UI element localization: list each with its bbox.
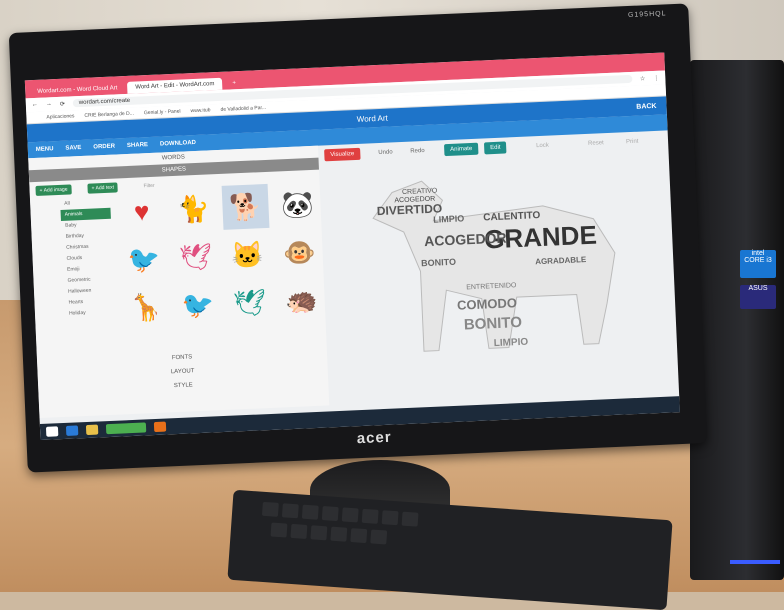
keyboard-key <box>261 501 279 517</box>
forward-arrow-icon[interactable]: → <box>46 101 52 107</box>
giraffe-shape-icon[interactable]: 🦒 <box>122 284 170 330</box>
bookmark-item[interactable]: CRIE Berlanga de D... <box>84 110 134 118</box>
bookmark-item[interactable]: Genial.ly - Panel <box>144 108 181 116</box>
category-list: All Animals Baby Birthday Christmas Clou… <box>60 197 115 320</box>
back-button[interactable]: BACK <box>636 102 657 110</box>
word-cloud-dog: CREATIVO ACOGEDOR DIVERTIDO LIMPIO CALEN… <box>372 180 616 352</box>
panda-shape-icon[interactable]: 🐼 <box>274 182 322 228</box>
screen: Wordart.com - Word Cloud Art Word Art - … <box>24 52 680 441</box>
left-panel: WORDS SHAPES + Add image + Add text Filt… <box>28 145 330 419</box>
heart-shape-icon[interactable]: ♥ <box>118 188 166 234</box>
keyboard-key <box>310 525 328 541</box>
keyboard-key <box>341 507 359 523</box>
reload-icon[interactable]: ⟳ <box>60 100 65 107</box>
keyboard-key <box>361 508 379 524</box>
save-button[interactable]: SAVE <box>65 145 81 152</box>
menu-dots-icon[interactable]: ⋮ <box>653 74 659 81</box>
right-panel: Visualize Undo Redo Animate Edit Lock Re… <box>320 130 679 405</box>
keyboard-key <box>370 529 388 545</box>
add-text-button[interactable]: + Add text <box>87 182 119 194</box>
bird-shape-icon[interactable]: 🐦 <box>120 236 168 282</box>
keyboard-key <box>401 511 419 527</box>
cloud-word: LIMPIO <box>433 213 464 224</box>
app-title: Word Art <box>356 113 388 124</box>
bookmark-item[interactable]: Aplicaciones <box>46 113 74 120</box>
chrome-taskbar-icon[interactable] <box>105 422 147 435</box>
ie-icon[interactable] <box>65 425 79 436</box>
dog-shape-icon[interactable]: 🐕 <box>221 183 270 230</box>
animate-button[interactable]: Animate <box>443 142 479 157</box>
windows-start-icon[interactable] <box>45 426 59 437</box>
monkey-shape-icon[interactable]: 🐵 <box>276 230 324 276</box>
bookmark-item[interactable]: www.itub <box>190 107 210 114</box>
keyboard-key <box>270 522 288 538</box>
folder-icon[interactable] <box>85 424 99 436</box>
editor-content: WORDS SHAPES + Add image + Add text Filt… <box>28 130 679 419</box>
bookmark-item[interactable]: de Valladolid a Par... <box>220 104 266 112</box>
cloud-word: BONITO <box>421 257 456 269</box>
order-button[interactable]: ORDER <box>93 144 115 151</box>
shape-grid: ♥ 🐈 🐕 🐼 🐦 🕊 🐱 🐵 🦒 🐦 🕊 🦔 <box>118 182 324 331</box>
new-tab-icon[interactable]: + <box>224 77 244 90</box>
bird-shape-icon[interactable]: 🕊 <box>172 234 220 280</box>
star-icon[interactable]: ☆ <box>640 75 646 82</box>
back-arrow-icon[interactable]: ← <box>32 102 38 108</box>
cloud-word: BONITO <box>464 314 523 334</box>
pc-tower: intel CORE i3 ASUS <box>690 60 784 580</box>
keyboard-key <box>381 510 399 526</box>
power-led <box>730 560 780 564</box>
asus-sticker: ASUS <box>740 285 776 309</box>
redo-button[interactable]: Redo <box>404 145 431 158</box>
cat-outline-shape-icon[interactable]: 🐱 <box>224 232 272 278</box>
undo-button[interactable]: Undo <box>372 146 399 159</box>
share-button[interactable]: SHARE <box>127 142 148 149</box>
keyboard-key <box>321 506 339 522</box>
keyboard-key <box>330 526 348 542</box>
cat-shape-icon[interactable]: 🐈 <box>170 186 218 232</box>
monitor: G195HQL Wordart.com - Word Cloud Art Wor… <box>8 3 708 473</box>
firefox-icon[interactable] <box>153 421 167 433</box>
keyboard-key <box>350 528 368 544</box>
bird-shape-icon[interactable]: 🕊 <box>226 280 274 326</box>
keyboard-key <box>281 503 299 519</box>
print-button[interactable]: Print <box>620 135 645 148</box>
visualize-button[interactable]: Visualize <box>324 147 361 162</box>
cloud-word: COMODO <box>457 295 518 313</box>
download-button[interactable]: DOWNLOAD <box>160 140 196 148</box>
bird-shape-icon[interactable]: 🐦 <box>174 282 222 328</box>
lock-button[interactable]: Lock <box>530 139 555 152</box>
edit-button[interactable]: Edit <box>483 141 507 155</box>
intel-sticker: intel CORE i3 <box>740 250 776 278</box>
hedgehog-shape-icon[interactable]: 🦔 <box>278 278 326 324</box>
monitor-brand: acer <box>356 428 392 448</box>
monitor-model: G195HQL <box>627 10 667 20</box>
cloud-word: LIMPIO <box>493 337 528 350</box>
keyboard-key <box>290 523 308 539</box>
keyboard-key <box>301 504 319 520</box>
add-image-button[interactable]: + Add image <box>35 184 72 197</box>
menu-button[interactable]: MENU <box>36 146 54 153</box>
category-item[interactable]: Holiday <box>65 307 115 320</box>
reset-button[interactable]: Reset <box>582 137 610 150</box>
